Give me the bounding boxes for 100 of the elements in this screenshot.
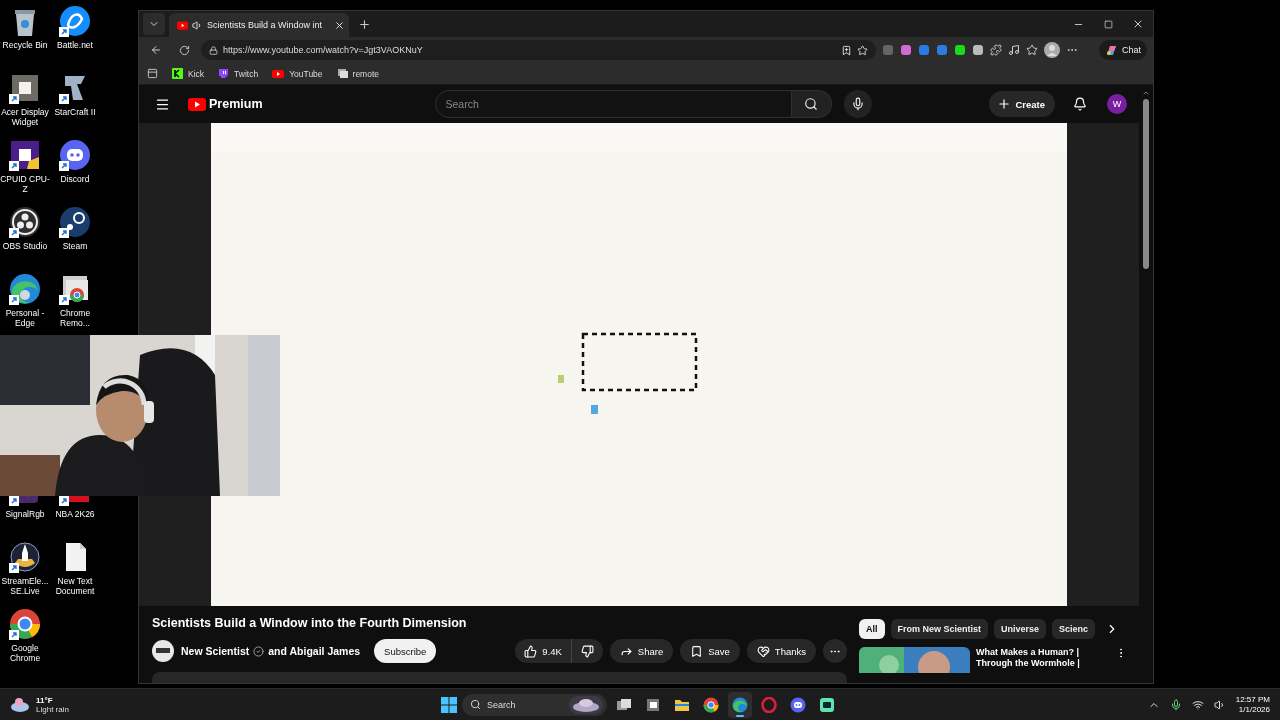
extension-icon[interactable]: [900, 44, 912, 56]
app-icon[interactable]: [9, 139, 41, 171]
music-icon[interactable]: [1008, 44, 1020, 56]
taskbar-app[interactable]: [728, 691, 752, 718]
icon-label: SignalRgb: [4, 509, 46, 519]
bookmark-link[interactable]: Kick: [172, 68, 205, 79]
extension-icon[interactable]: [918, 44, 930, 56]
search-button[interactable]: [791, 90, 832, 118]
app-icon: [703, 696, 719, 713]
app-icon[interactable]: [59, 5, 91, 37]
icon-label: Recycle Bin: [1, 40, 49, 50]
filter-chip[interactable]: Universe: [994, 619, 1047, 639]
logo-text: Premium: [209, 97, 263, 111]
back-arrow-icon: [150, 44, 162, 56]
maximize-icon: [1103, 19, 1113, 29]
lock-icon: [209, 45, 218, 55]
search-icon: [804, 97, 818, 111]
bell-icon[interactable]: [1073, 97, 1087, 111]
icon-label: Battle.net: [56, 40, 94, 50]
puzzle-icon[interactable]: [990, 44, 1002, 56]
extension-icon[interactable]: [936, 44, 948, 56]
app-icon: [819, 696, 835, 713]
windows-stack-icon: [616, 696, 632, 713]
icon-label: OBS Studio: [1, 241, 49, 251]
filter-chip[interactable]: Scienc: [1052, 619, 1096, 639]
filter-chip[interactable]: All: [859, 619, 885, 639]
chat-button[interactable]: Chat: [1099, 40, 1147, 60]
app-icon[interactable]: [9, 206, 41, 238]
icon-label: NBA 2K26: [54, 509, 96, 519]
app-icon: [218, 68, 230, 79]
bookmark-link[interactable]: YouTube: [272, 68, 323, 79]
bookmark-link[interactable]: remote: [336, 68, 380, 79]
action-button[interactable]: Save: [680, 639, 740, 663]
logo[interactable]: Premium: [188, 97, 263, 111]
channel-name[interactable]: New Scientist: [181, 645, 250, 657]
add-icon[interactable]: [841, 44, 852, 56]
thumbs-up-icon: [524, 644, 538, 658]
icon-label: Acer Display Widget: [0, 107, 50, 127]
create-button[interactable]: Create: [989, 91, 1055, 117]
extension-icon[interactable]: [954, 44, 966, 56]
app-icon[interactable]: [9, 541, 41, 573]
app-icon[interactable]: [59, 139, 91, 171]
menu-icon[interactable]: [155, 96, 170, 112]
subscribe-button[interactable]: Subscribe: [374, 639, 437, 663]
account-avatar[interactable]: W: [1107, 94, 1127, 114]
widgets-icon: [645, 696, 661, 713]
app-icon[interactable]: [9, 72, 41, 104]
favorites-icon[interactable]: [1026, 44, 1038, 56]
speaker-icon: [192, 19, 203, 31]
search-label: Search: [487, 699, 517, 710]
app-icon: [336, 68, 348, 79]
taskbar-search[interactable]: Search: [462, 693, 607, 716]
ring-icon: [761, 696, 777, 713]
search-field[interactable]: Search: [434, 90, 792, 118]
app-icon: [732, 696, 748, 713]
cloud-icon[interactable]: [10, 695, 30, 714]
filter-chip[interactable]: From New Scientist: [890, 619, 989, 639]
browser-tab[interactable]: Scientists Build a Window int: [169, 13, 349, 37]
scroll-up-icon[interactable]: [1142, 89, 1150, 97]
microphone-icon[interactable]: [1169, 698, 1182, 711]
plus-icon: [997, 97, 1012, 111]
tab-list-button[interactable]: [143, 13, 165, 35]
bookmark-label: YouTube: [289, 68, 323, 79]
colorful-logo-icon: [1105, 43, 1118, 57]
icon-label: Google Chrome: [8, 643, 42, 663]
icon-label: Discord: [59, 174, 91, 184]
play-icon: [272, 68, 285, 79]
network-icon[interactable]: [1191, 698, 1204, 711]
app-icon[interactable]: [59, 273, 91, 305]
icon-label: New Text Document: [54, 576, 96, 596]
action-button[interactable]: Share: [609, 639, 674, 663]
collections-icon[interactable]: [147, 68, 158, 79]
plus-icon: [357, 17, 371, 31]
video-link[interactable]: What Makes a Human? | Through the Wormhole |: [976, 647, 1109, 673]
bookmark-link[interactable]: Twitch: [218, 68, 259, 79]
icon-label: Chrome Remo...: [58, 308, 92, 328]
microphone-icon: [850, 97, 865, 111]
extension-icon[interactable]: [972, 44, 984, 56]
app-icon[interactable]: [59, 206, 91, 238]
tab-title: Scientists Build a Window int: [207, 20, 324, 30]
address-bar[interactable]: https://www.youtube.com/watch?v=Jgt3VAOKNuY: [201, 40, 876, 60]
more-button[interactable]: [823, 639, 847, 663]
app-icon[interactable]: [9, 608, 41, 640]
bookmark-label: remote: [352, 68, 380, 79]
start-icon[interactable]: [441, 696, 457, 713]
star-icon[interactable]: [857, 44, 868, 56]
profile-avatar[interactable]: [1044, 42, 1060, 58]
collaborator-name: and Abigail James: [268, 645, 361, 657]
app-icon: [172, 68, 183, 79]
clock[interactable]: 12:57 PM 1/1/2026: [1235, 694, 1270, 715]
app-icon[interactable]: [9, 273, 41, 305]
voice-search-button[interactable]: [843, 90, 872, 118]
speaker-icon[interactable]: [1213, 698, 1226, 711]
video-title: Scientists Build a Window into the Fourth Dimension: [152, 616, 468, 630]
url-text: https://www.youtube.com/watch?v=Jgt3VAOKNuY: [223, 45, 424, 55]
close-icon[interactable]: [334, 19, 345, 31]
date: 1/1/2026: [1238, 704, 1270, 715]
channel-avatar[interactable]: [152, 640, 174, 662]
icon-label: Personal - Edge: [4, 308, 46, 328]
action-button[interactable]: Thanks: [746, 639, 816, 663]
